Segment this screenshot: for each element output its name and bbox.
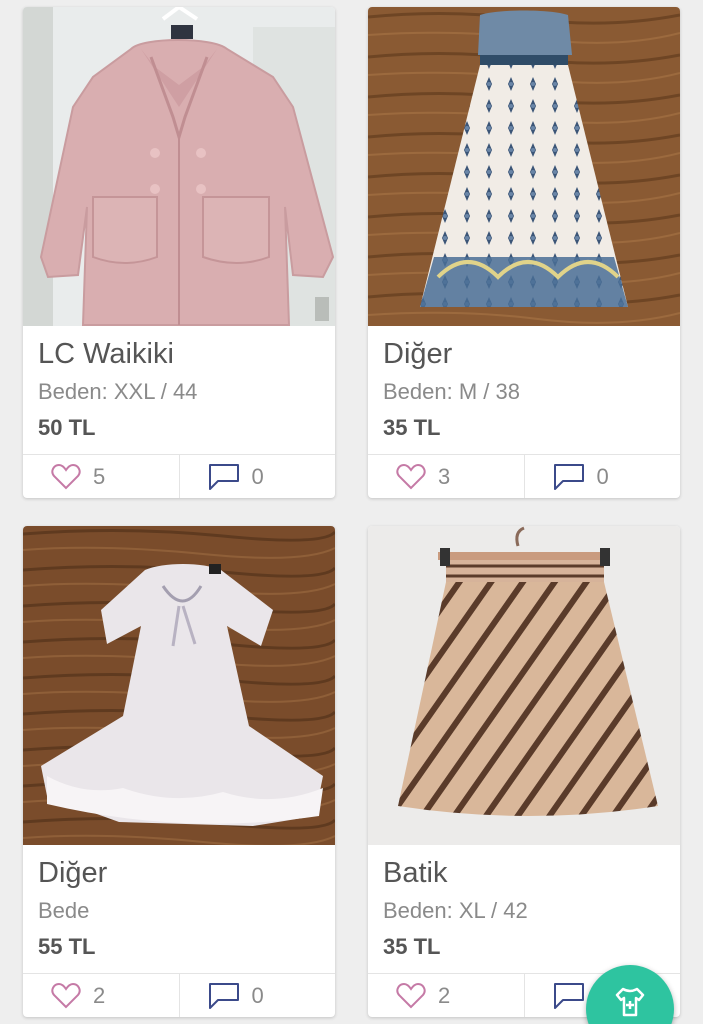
comment-count: 0 xyxy=(596,463,609,489)
like-button[interactable]: 2 xyxy=(368,974,524,1017)
comment-icon xyxy=(208,463,239,490)
comment-button[interactable]: 0 xyxy=(178,455,336,498)
add-clothing-icon xyxy=(615,987,645,1017)
listing-card[interactable]: Diğer Bede 55 TL 2 0 xyxy=(23,526,335,1017)
listing-info: Diğer Bede 55 TL xyxy=(23,845,335,973)
comment-icon xyxy=(208,982,239,1009)
like-count: 2 xyxy=(438,982,451,1008)
brand-name: Diğer xyxy=(383,338,453,370)
comment-count: 0 xyxy=(251,463,264,489)
heart-icon xyxy=(51,982,81,1008)
like-button[interactable]: 5 xyxy=(23,455,179,498)
card-actions: 2 0 xyxy=(23,973,335,1017)
pink-coat-photo[interactable] xyxy=(23,7,335,326)
heart-icon xyxy=(396,463,426,489)
comment-button[interactable]: 0 xyxy=(523,455,681,498)
brand-name: LC Waikiki xyxy=(38,338,174,370)
price-label: 50 TL xyxy=(38,415,96,440)
listing-card[interactable]: Batik Beden: XL / 42 35 TL 2 xyxy=(368,526,680,1017)
listing-grid: LC Waikiki Beden: XXL / 44 50 TL 5 0 Diğ… xyxy=(0,0,703,1024)
striped-skirt-photo[interactable] xyxy=(368,526,680,845)
comment-button[interactable]: 0 xyxy=(178,974,336,1017)
size-label: Beden: M / 38 xyxy=(383,379,520,404)
card-actions: 3 0 xyxy=(368,454,680,498)
size-label: Bede xyxy=(38,898,90,923)
listing-info: LC Waikiki Beden: XXL / 44 50 TL xyxy=(23,326,335,454)
size-label: Beden: XL / 42 xyxy=(383,898,528,923)
like-count: 3 xyxy=(438,463,451,489)
listing-card[interactable]: Diğer Beden: M / 38 35 TL 3 0 xyxy=(368,7,680,498)
heart-icon xyxy=(51,463,81,489)
heart-icon xyxy=(396,982,426,1008)
white-dress-photo[interactable] xyxy=(23,526,335,845)
comment-icon xyxy=(553,463,584,490)
comment-icon xyxy=(553,982,584,1009)
price-label: 55 TL xyxy=(38,934,96,959)
price-label: 35 TL xyxy=(383,934,441,959)
like-button[interactable]: 3 xyxy=(368,455,524,498)
brand-name: Diğer xyxy=(38,857,108,889)
listing-card[interactable]: LC Waikiki Beden: XXL / 44 50 TL 5 0 xyxy=(23,7,335,498)
listing-info: Batik Beden: XL / 42 35 TL xyxy=(368,845,680,973)
comment-count: 0 xyxy=(251,982,264,1008)
listing-info: Diğer Beden: M / 38 35 TL xyxy=(368,326,680,454)
like-count: 2 xyxy=(93,982,106,1008)
like-button[interactable]: 2 xyxy=(23,974,179,1017)
patterned-dress-photo[interactable] xyxy=(368,7,680,326)
size-label: Beden: XXL / 44 xyxy=(38,379,198,404)
like-count: 5 xyxy=(93,463,106,489)
brand-name: Batik xyxy=(383,857,448,889)
price-label: 35 TL xyxy=(383,415,441,440)
card-actions: 5 0 xyxy=(23,454,335,498)
